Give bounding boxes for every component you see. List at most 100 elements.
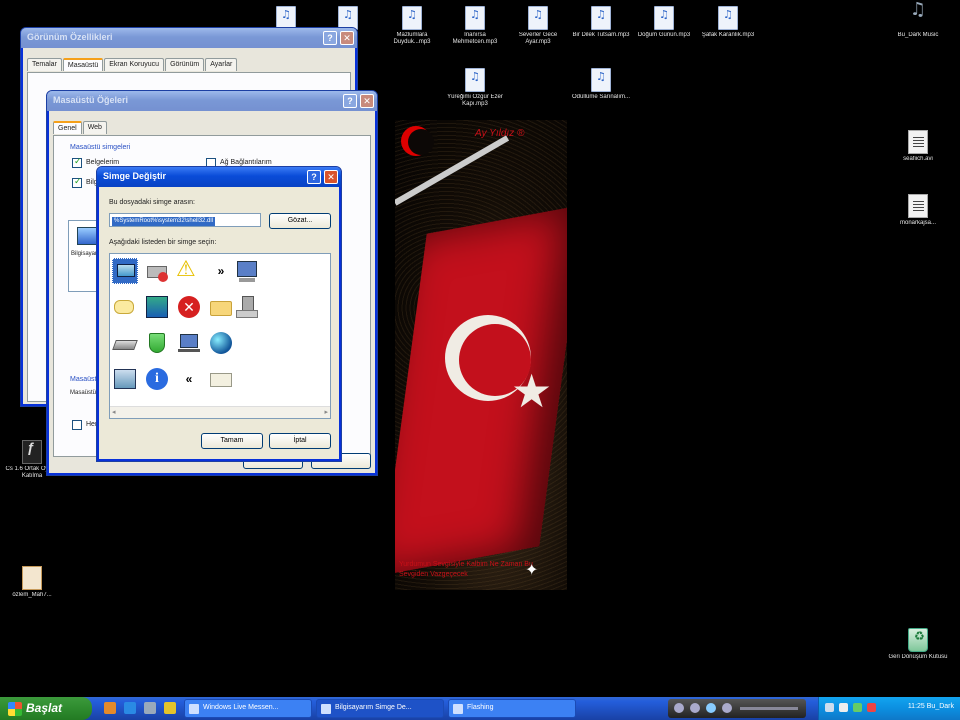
file-path-input[interactable]: %SystemRoot%\system32\shell32.dll [109, 213, 261, 227]
computer-window-icon[interactable] [234, 258, 260, 284]
icon-grid[interactable]: ⚠ » ✕ i « ◂ ▸ [109, 253, 331, 419]
image-file-icon [22, 566, 42, 590]
desktop-icon-label: Bir Dilek Tutsam.mp3 [572, 32, 630, 38]
tray-messenger-icon[interactable] [853, 703, 862, 712]
network-computer-icon[interactable] [176, 330, 202, 356]
user-accounts-icon[interactable] [144, 294, 170, 320]
stop-icon[interactable] [674, 703, 684, 713]
quick-launch-media-icon[interactable] [164, 702, 176, 714]
desktop-icon-label: Severler Gece Ayar.mp3 [518, 32, 558, 45]
volume-slider[interactable] [740, 707, 798, 710]
mp3-file-icon [465, 6, 485, 30]
double-arrow-right-icon[interactable]: » [208, 258, 234, 284]
tab-web[interactable]: Web [82, 121, 107, 134]
folder-icon[interactable] [208, 294, 234, 320]
tab-general[interactable]: Genel [53, 121, 82, 134]
taskbar: Başlat Windows Live Messen... Bilgisayar… [0, 697, 960, 720]
scroll-left-icon[interactable]: ◂ [112, 408, 116, 416]
help-button[interactable]: ? [323, 31, 337, 45]
play-icon[interactable] [706, 703, 716, 713]
double-arrow-left-icon[interactable]: « [176, 366, 202, 392]
desktop-icon-avi[interactable]: seafiich.avi [888, 130, 948, 163]
desktop-monitor-icon[interactable] [112, 258, 138, 284]
desktop-icon-mp3-7[interactable]: Doğum Günün.mp3 [634, 6, 694, 39]
scroll-right-icon[interactable]: ▸ [324, 408, 328, 416]
desktop-icon-mp3-5[interactable]: Severler Gece Ayar.mp3 [508, 6, 568, 46]
browse-button[interactable]: Gözat... [269, 213, 331, 229]
clock[interactable]: 11:25 Bu_Dark [908, 703, 954, 710]
desktop-icon-doc[interactable]: monarkajsa... [888, 194, 948, 227]
flag-star-icon: ★ [511, 364, 553, 418]
server-tower-icon[interactable] [234, 294, 260, 320]
desktop-items-titlebar[interactable]: Masaüstü Öğeleri ? ✕ [47, 91, 377, 111]
mp3-file-icon [654, 6, 674, 30]
change-icon-dialog[interactable]: Simge Değiştir ? ✕ Bu dosyadaki simge ar… [96, 166, 342, 462]
change-icon-titlebar[interactable]: Simge Değiştir ? ✕ [97, 167, 341, 187]
system-tray: 11:25 Bu_Dark [818, 697, 960, 720]
desktop-icon-mp3-6[interactable]: Bir Dilek Tutsam.mp3 [571, 6, 631, 39]
cleanup-checkbox[interactable] [72, 420, 82, 430]
error-icon[interactable]: ✕ [176, 294, 202, 320]
desktop-icon-label: özlem_Mah7... [12, 592, 52, 598]
tray-volume-icon[interactable] [839, 703, 848, 712]
my-computer-checkbox[interactable] [72, 177, 82, 188]
help-button[interactable]: ? [307, 170, 321, 184]
taskbar-item-flashing[interactable]: Flashing [448, 699, 576, 718]
taskbar-item-label: Windows Live Messen... [203, 704, 279, 711]
tab-desktop[interactable]: Masaüstü [62, 58, 104, 71]
icon-grid-scrollbar[interactable]: ◂ ▸ [110, 406, 330, 418]
control-panel-icon[interactable] [112, 366, 138, 392]
help-button[interactable]: ? [343, 94, 357, 108]
tab-themes[interactable]: Temalar [27, 58, 62, 71]
desktop-icon-mp3-3[interactable]: Mazlumlara Duyduk...mp3 [382, 6, 442, 46]
crescent-logo-cutout [408, 129, 434, 155]
taskbar-item-change-icon[interactable]: Bilgisayarım Simge De... [316, 699, 444, 718]
my-documents-checkbox[interactable] [72, 157, 82, 168]
chat-bubble-icon[interactable] [112, 294, 138, 320]
display-properties-titlebar[interactable]: Görünüm Özellikleri ? ✕ [21, 28, 357, 48]
mp3-file-icon [402, 6, 422, 30]
tab-appearance[interactable]: Görünüm [165, 58, 205, 71]
wallpaper-flag-image: Ay Yıldız ® ★ Yurdumun Sevgisiyle Kalbim… [395, 120, 567, 590]
tray-network-icon[interactable] [825, 703, 834, 712]
quick-launch-desktop-icon[interactable] [144, 702, 156, 714]
warning-icon[interactable]: ⚠ [176, 258, 202, 284]
tab-screensaver[interactable]: Ekran Koruyucu [104, 58, 165, 71]
globe-icon[interactable] [208, 330, 234, 356]
taskbar-item-messenger[interactable]: Windows Live Messen... [184, 699, 312, 718]
icon-list-label: Aşağıdaki listeden bir simge seçin: [109, 239, 217, 246]
desktop-icon-mp3-4[interactable]: Inanırsa Mehmetcen.mp3 [445, 6, 505, 46]
desktop-icon-label: Doğum Günün.mp3 [637, 32, 691, 38]
desktop-icon-mp3-8[interactable]: Şafak Karanlık.mp3 [698, 6, 758, 39]
recycle-bin-label: Geri Dönüşüm Kutusu [888, 654, 948, 660]
start-button[interactable]: Başlat [0, 697, 92, 720]
recycle-bin[interactable]: ♻ Geri Dönüşüm Kutusu [888, 628, 948, 661]
info-icon[interactable]: i [144, 366, 170, 392]
desktop-icon-mp3-9[interactable]: Yüreğimi Ozgür Ezer Kapı.mp3 [445, 68, 505, 108]
drive-icon[interactable] [112, 330, 138, 356]
cancel-button[interactable]: İptal [269, 433, 331, 449]
desktop-icon-doc-left[interactable]: özlem_Mah7... [2, 566, 62, 599]
next-icon[interactable] [722, 703, 732, 713]
start-label: Başlat [26, 701, 63, 715]
file-path-label: Bu dosyadaki simge arasın: [109, 199, 195, 206]
network-printer-icon[interactable] [144, 258, 170, 284]
desktop-icon-mp3-10[interactable]: Ödüllüme Sarınalım... [571, 68, 631, 101]
email-envelope-icon[interactable] [208, 366, 234, 392]
close-button[interactable]: ✕ [360, 94, 374, 108]
ok-button[interactable]: Tamam [201, 433, 263, 449]
desktop-icon-label: seafiich.avi [903, 156, 933, 162]
quick-launch-ie-icon[interactable] [124, 702, 136, 714]
quick-launch-messenger-icon[interactable] [104, 702, 116, 714]
previous-icon[interactable] [690, 703, 700, 713]
close-button[interactable]: ✕ [324, 170, 338, 184]
close-button[interactable]: ✕ [340, 31, 354, 45]
sparkle-icon: ✦ [525, 562, 539, 579]
music-notes-icon: ♫ [909, 0, 927, 20]
media-player-toolbar[interactable] [668, 699, 806, 718]
tab-settings[interactable]: Ayarlar [205, 58, 238, 71]
security-shield-icon[interactable] [144, 330, 170, 356]
desktop-icon-music[interactable]: ♫ Bu_Dark Music [888, 0, 948, 39]
tray-antivirus-icon[interactable] [867, 703, 876, 712]
desktop-icon-label: Bu_Dark Music [897, 32, 939, 38]
